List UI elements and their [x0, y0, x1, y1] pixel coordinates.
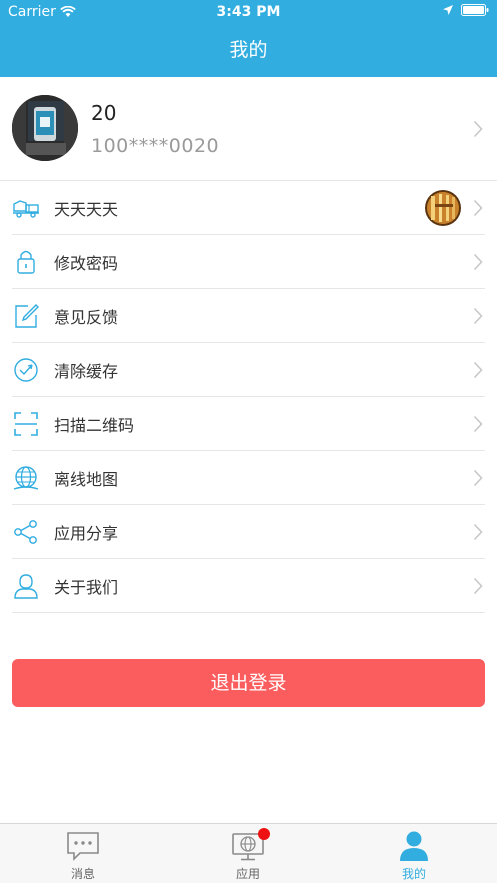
chevron-right-icon	[473, 415, 483, 433]
menu-item-scan-qr[interactable]: 扫描二维码	[12, 397, 485, 451]
tab-apps[interactable]: 应用	[165, 824, 331, 883]
chevron-right-icon	[473, 253, 483, 271]
menu-item-label: 清除缓存	[54, 362, 119, 381]
status-time: 3:43 PM	[216, 4, 281, 20]
menu-item-label: 意见反馈	[54, 308, 119, 327]
profile-account: 100****0020	[91, 135, 220, 157]
lock-icon	[17, 250, 35, 274]
chevron-right-icon	[473, 577, 483, 595]
tab-label: 我的	[401, 867, 426, 881]
tab-bar: 消息 应用 我的	[0, 823, 497, 883]
menu-item-clear-cache[interactable]: 清除缓存	[12, 343, 485, 397]
menu-item-label: 扫描二维码	[54, 416, 135, 435]
menu-item-tiantian[interactable]: 天天天天	[12, 181, 485, 235]
status-right	[443, 4, 489, 16]
menu-item-feedback[interactable]: 意见反馈	[12, 289, 485, 343]
notification-badge	[258, 828, 270, 840]
chevron-right-icon	[473, 469, 483, 487]
menu-item-label: 关于我们	[54, 578, 119, 597]
menu-item-label: 修改密码	[54, 254, 119, 273]
tab-mine[interactable]: 我的	[331, 824, 497, 883]
menu-item-about-us[interactable]: 关于我们	[12, 559, 485, 613]
status-bar: Carrier 3:43 PM	[0, 0, 497, 26]
profile-name: 20	[91, 101, 117, 125]
nav-bar: 我的	[0, 26, 497, 77]
user-icon	[14, 574, 38, 599]
page-title: 我的	[229, 39, 268, 61]
avatar[interactable]	[12, 95, 78, 161]
menu-item-label: 应用分享	[54, 524, 119, 543]
tab-label: 消息	[70, 867, 95, 881]
menu-item-offline-map[interactable]: 离线地图	[12, 451, 485, 505]
truck-icon	[13, 200, 39, 218]
chevron-right-icon	[473, 307, 483, 325]
chevron-right-icon	[473, 199, 483, 217]
logout-button[interactable]: 退出登录	[12, 659, 485, 707]
menu-item-change-password[interactable]: 修改密码	[12, 235, 485, 289]
person-icon	[400, 831, 428, 861]
chevron-right-icon	[473, 523, 483, 541]
globe-icon	[13, 466, 39, 490]
chevron-right-icon	[473, 361, 483, 379]
thumbnail-image	[425, 190, 461, 226]
menu-item-label: 离线地图	[54, 470, 119, 489]
battery-icon	[461, 4, 489, 16]
menu-item-share-app[interactable]: 应用分享	[12, 505, 485, 559]
scan-icon	[14, 412, 38, 436]
settings-menu: 天天天天 修改密码 意见反馈 清除缓存 扫描二维码 离线地图 应用分享 关于我们	[0, 181, 497, 613]
share-icon	[14, 520, 37, 544]
tab-label: 应用	[235, 867, 260, 881]
menu-item-label: 天天天天	[54, 200, 119, 219]
chevron-right-icon	[473, 120, 483, 138]
edit-icon	[15, 304, 39, 328]
clear-icon	[14, 358, 38, 382]
location-arrow-icon	[443, 5, 453, 15]
message-icon	[67, 832, 99, 861]
profile-card[interactable]: 20 100****0020	[0, 77, 497, 181]
tab-messages[interactable]: 消息	[0, 824, 166, 883]
